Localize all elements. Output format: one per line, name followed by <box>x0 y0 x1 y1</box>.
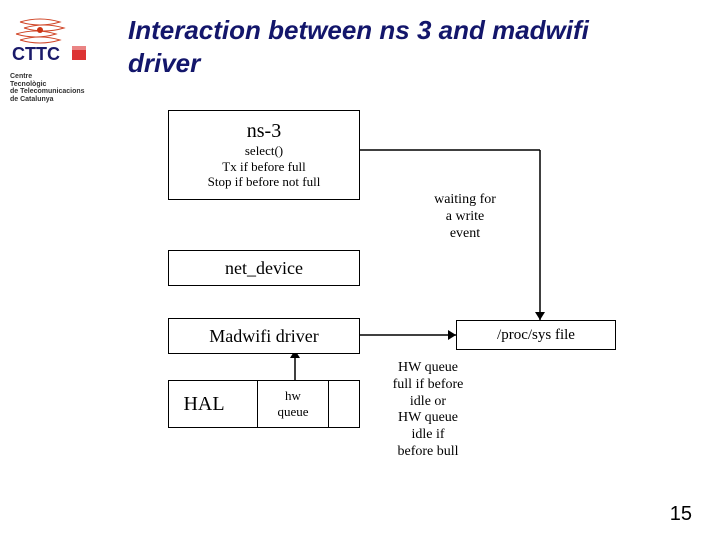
ns3-line1: select() <box>245 143 283 159</box>
madwifi-title: Madwifi driver <box>209 326 318 347</box>
logo: CTTC Centre Tecnològic de Telecomunicaci… <box>10 14 110 104</box>
ns3-line2: Tx if before full <box>222 159 305 175</box>
box-netdevice: net_device <box>168 250 360 286</box>
hal-title: HAL <box>169 393 239 416</box>
svg-text:CTTC: CTTC <box>12 44 60 64</box>
cttc-logo-graphic: CTTC <box>10 14 110 66</box>
netdevice-title: net_device <box>225 258 303 279</box>
ns3-line3: Stop if before not full <box>208 174 321 190</box>
proc-title: /proc/sys file <box>497 326 575 344</box>
label-hw-state: HW queue full if before idle or HW queue… <box>378 360 478 461</box>
ns3-title: ns-3 <box>247 120 281 143</box>
diagram: ns-3 select() Tx if before full Stop if … <box>120 110 620 490</box>
box-proc: /proc/sys file <box>456 320 616 350</box>
logo-subtext: Centre Tecnològic de Telecomunicacions d… <box>10 73 110 104</box>
slide-title: Interaction between ns 3 and madwifi dri… <box>128 14 608 79</box>
box-hal: HAL hw queue <box>168 380 360 428</box>
page-number: 15 <box>670 503 692 526</box>
box-ns3: ns-3 select() Tx if before full Stop if … <box>168 110 360 200</box>
box-madwifi: Madwifi driver <box>168 318 360 354</box>
hw-queue-l1: hw <box>285 388 301 404</box>
hw-queue-l2: queue <box>277 404 308 420</box>
hw-queue-box: hw queue <box>257 381 329 427</box>
label-waiting: waiting for a write event <box>420 192 510 242</box>
